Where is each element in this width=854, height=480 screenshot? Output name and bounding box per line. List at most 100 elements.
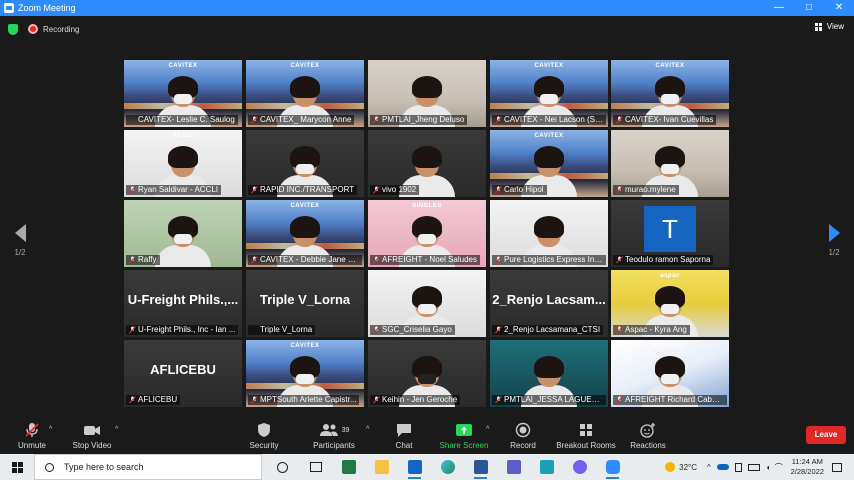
participant-name-label: Aspac - Kyra Ang <box>613 325 690 335</box>
view-button[interactable]: View <box>814 22 844 31</box>
participant-tile[interactable]: Triple V_Lorna Triple V_Lorna <box>246 270 364 337</box>
taskbar-zoom[interactable] <box>596 454 629 480</box>
viber-icon <box>572 460 587 474</box>
taskbar-viber[interactable] <box>563 454 596 480</box>
minimize-button[interactable]: — <box>764 0 794 16</box>
background-logo: SINGLES <box>412 203 442 209</box>
microphone-muted-icon <box>373 186 380 194</box>
app-l-icon <box>539 460 554 474</box>
participant-tile[interactable]: CAVITEX CAVITEX- Leslie C. Saulog <box>124 60 242 127</box>
start-button[interactable] <box>0 454 34 480</box>
view-label: View <box>826 22 844 31</box>
notification-center-icon[interactable] <box>832 462 842 472</box>
participant-tile[interactable]: 2_Renjo Lacsam... 2_Renjo Lacsamana_CTSI <box>490 270 608 337</box>
clock-date: 2/28/2022 <box>790 467 824 476</box>
maximize-button[interactable]: □ <box>794 0 824 16</box>
participant-tile[interactable]: CAVITEX CAVITEX- Ivan Cuevillas <box>611 60 729 127</box>
participant-tile[interactable]: CAVITEX MPTSouth Arlette Capistr... <box>246 340 364 407</box>
participant-tile[interactable]: Pure Logistics Express Inc... <box>490 200 608 267</box>
microphone-muted-icon <box>495 186 502 194</box>
tray-overflow-chevron-icon[interactable]: ^ <box>707 463 711 472</box>
participant-tile[interactable]: PMTLAI_JESSA LAGUERTA <box>490 340 608 407</box>
chat-button[interactable]: Chat <box>372 421 436 450</box>
windows-taskbar: Type here to search 32°C ^ ◖ ⌒ 11:24 AM … <box>0 454 854 480</box>
participant-tile[interactable]: Raffy <box>124 200 242 267</box>
taskbar-excel[interactable] <box>332 454 365 480</box>
participant-tile[interactable]: SGC_Criselia Gayo <box>368 270 486 337</box>
record-button[interactable]: Record <box>491 421 555 450</box>
reactions-button[interactable]: Reactions <box>616 421 680 450</box>
background-logo: CAVITEX <box>290 343 320 349</box>
participant-name-label: vivo 1902 <box>370 185 420 195</box>
onedrive-cloud-icon[interactable] <box>716 464 729 470</box>
participants-button[interactable]: 39 Participants <box>302 421 366 450</box>
taskbar-word[interactable] <box>464 454 497 480</box>
weather-temperature[interactable]: 32°C <box>679 463 697 472</box>
word-icon <box>473 460 488 474</box>
participant-tile[interactable]: AFREIGHT AFREIGHT Richard Caban... <box>611 340 729 407</box>
security-button[interactable]: Security <box>232 421 296 450</box>
microphone-muted-icon <box>616 396 623 404</box>
battery-icon[interactable] <box>747 463 760 471</box>
participant-tile[interactable]: SINGLES AFREIGHT - Noel Saludes <box>368 200 486 267</box>
taskbar-file-explorer[interactable] <box>365 454 398 480</box>
folder-icon <box>374 460 389 474</box>
record-label: Record <box>510 441 536 450</box>
participant-tile[interactable]: murao.mylene <box>611 130 729 197</box>
reactions-label: Reactions <box>630 441 666 450</box>
background-logo: CAVITEX <box>534 63 564 69</box>
cortana-button[interactable] <box>266 454 299 480</box>
participants-options-caret[interactable]: ^ <box>366 426 369 433</box>
participant-tile[interactable]: CAVITEX CAVITEX - Nei Lacson (St... <box>490 60 608 127</box>
participant-tile[interactable]: PMTLAI_Jheng Deluso <box>368 60 486 127</box>
record-icon <box>515 422 531 438</box>
participant-tile[interactable]: T Teodulo ramon Saporna <box>611 200 729 267</box>
participant-tile[interactable]: Keihin - Jen Geroche <box>368 340 486 407</box>
participant-name-label: CAVITEX- Leslie C. Saulog <box>126 115 238 125</box>
participant-tile[interactable]: CAVITEX Carlo Hipol <box>490 130 608 197</box>
network-icon[interactable] <box>734 462 742 472</box>
participant-name-label: AFREIGHT Richard Caban... <box>613 395 727 405</box>
microphone-muted-icon <box>616 186 623 194</box>
previous-page-button[interactable]: 1/2 <box>10 224 30 257</box>
unmute-button[interactable]: Unmute <box>0 421 64 450</box>
participant-tile[interactable]: aspac Aspac - Kyra Ang <box>611 270 729 337</box>
participant-name-label: Triple V_Lorna <box>248 325 316 335</box>
breakout-rooms-button[interactable]: Breakout Rooms <box>553 421 619 450</box>
volume-icon[interactable]: ◖ <box>766 463 771 472</box>
taskbar-line[interactable] <box>530 454 563 480</box>
participant-tile[interactable]: vivo 1902 <box>368 130 486 197</box>
close-button[interactable]: ✕ <box>824 0 854 16</box>
participants-icon <box>319 424 338 436</box>
background-logo: CAVITEX <box>290 203 320 209</box>
task-view-button[interactable] <box>299 454 332 480</box>
wifi-icon[interactable]: ⌒ <box>775 462 783 473</box>
participant-tile[interactable]: AFLICEBU AFLICEBU <box>124 340 242 407</box>
share-options-caret[interactable]: ^ <box>486 426 489 433</box>
participant-tile[interactable]: CAVITEX CAVITEX_ Marycon Anne <box>246 60 364 127</box>
outlook-icon <box>407 460 422 474</box>
leave-button[interactable]: Leave <box>806 426 846 444</box>
system-clock[interactable]: 11:24 AM 2/28/2022 <box>791 457 824 477</box>
search-icon <box>45 462 54 472</box>
participant-tile[interactable]: CAVITEX CAVITEX - Debbie Jane B... <box>246 200 364 267</box>
microphone-muted-icon <box>495 326 502 334</box>
recording-icon <box>28 24 38 34</box>
participant-name-label: CAVITEX_ Marycon Anne <box>248 115 355 125</box>
taskbar-edge[interactable] <box>431 454 464 480</box>
share-screen-label: Share Screen <box>439 441 489 450</box>
taskbar-teams[interactable] <box>497 454 530 480</box>
chevron-left-icon <box>14 224 26 242</box>
taskbar-search-box[interactable]: Type here to search <box>34 454 262 480</box>
participant-tile[interactable]: U-Freight Phils.,... U-Freight Phils., In… <box>124 270 242 337</box>
video-options-caret[interactable]: ^ <box>115 426 118 433</box>
participant-tile[interactable]: ACCLI Ryan Saldivar - ACCLI <box>124 130 242 197</box>
taskbar-outlook[interactable] <box>398 454 431 480</box>
security-shield-icon[interactable] <box>8 23 18 35</box>
microphone-muted-icon <box>251 256 258 264</box>
next-page-button[interactable]: 1/2 <box>824 224 844 257</box>
grid-view-icon <box>814 22 823 31</box>
audio-options-caret[interactable]: ^ <box>49 426 52 433</box>
participant-tile[interactable]: RAPID INC./TRANSPORT <box>246 130 364 197</box>
cortana-circle-icon <box>277 461 288 473</box>
